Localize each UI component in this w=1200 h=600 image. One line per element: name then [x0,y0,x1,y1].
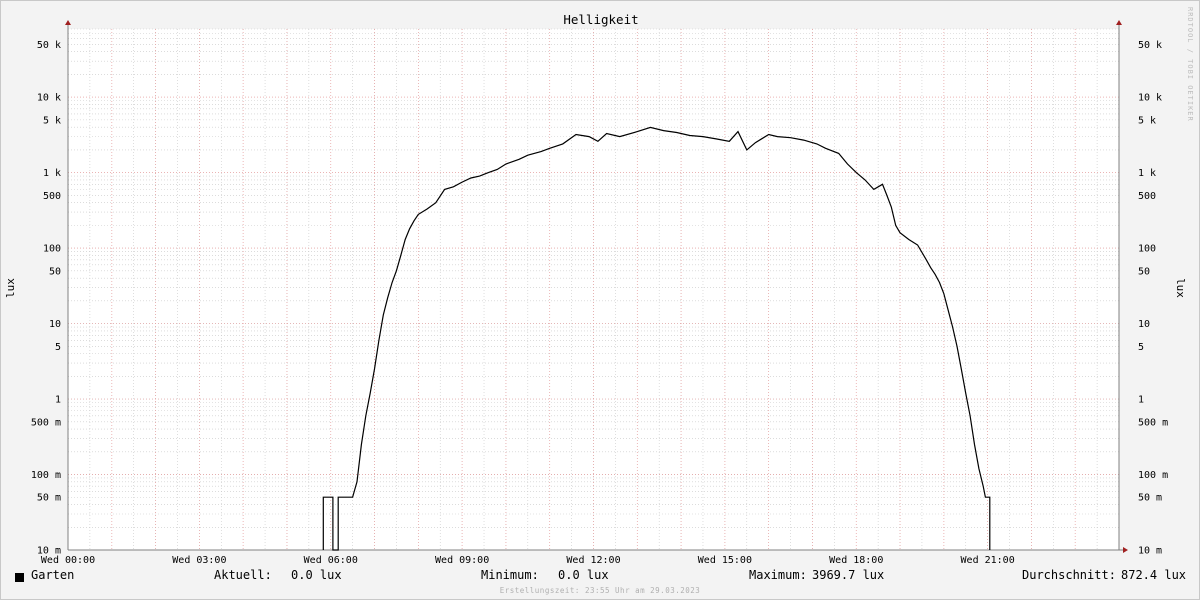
legend: Garten Aktuell: 0.0 lux Minimum: 0.0 lux… [1,567,1199,585]
x-tick-label: Wed 09:00 [435,555,489,566]
helligkeit-chart: 50 k 10 k 5 k 1 k 500 100 50 10 5 1 500 m 100 m 50 m… [4,7,1194,566]
y-axis-arrow-left [65,20,71,25]
y-tick-label-left: 1 k [43,168,61,179]
y-tick-label-right: 50 [1138,266,1150,277]
creation-time: Erstellungszeit: 23:55 Uhr am 29.03.2023 [499,586,701,595]
legend-max-value: 3969.7 lux [812,568,885,582]
legend-current-label: Aktuell: [214,568,272,582]
y-tick-label-right: 1 [1138,395,1144,406]
y-tick-label-left: 5 k [43,115,61,126]
y-tick-label-left: 500 m [31,417,61,428]
y-tick-label-left: 10 k [37,93,61,104]
legend-current-value: 0.0 lux [291,568,342,582]
graph-frame: 50 k 10 k 5 k 1 k 500 100 50 10 5 1 500 m 100 m 50 m… [0,0,1200,600]
y-tick-label-right: 5 [1138,342,1144,353]
y-tick-label-left: 5 [55,342,61,353]
legend-avg-label: Durchschnitt: [1022,568,1116,582]
legend-min-label: Minimum: [481,568,539,582]
y-tick-label-right: 10 k [1138,93,1162,104]
y-tick-label-right: 10 m [1138,546,1162,557]
y-axis-label-right: lux [1174,278,1187,298]
x-tick-label: Wed 18:00 [829,555,883,566]
rrdtool-watermark: RRDTOOL / TOBI OETIKER [1186,7,1194,122]
chart-title: Helligkeit [563,12,638,27]
y-tick-label-left: 100 [43,244,61,255]
y-tick-label-left: 50 k [37,40,61,51]
y-tick-label-left: 100 m [31,470,61,481]
legend-min-value: 0.0 lux [558,568,609,582]
y-ticks-right: 50 k 10 k 5 k 1 k 500 100 50 10 5 1 500 m 100 m 50 m… [1138,40,1168,557]
y-tick-label-left: 10 [49,319,61,330]
legend-series-name: Garten [31,568,75,582]
y-tick-label-right: 10 [1138,319,1150,330]
y-tick-label-right: 1 k [1138,168,1156,179]
y-tick-label-right: 5 k [1138,115,1156,126]
y-tick-label-left: 50 m [37,493,61,504]
x-tick-label: Wed 12:00 [566,555,620,566]
x-axis-arrow [1123,547,1128,553]
x-tick-label: Wed 06:00 [304,555,358,566]
legend-avg-value: 872.4 lux [1121,568,1187,582]
x-ticks: Wed 00:00 Wed 03:00 Wed 06:00 Wed 09:00 Wed … [41,555,1015,566]
y-tick-label-right: 500 [1138,191,1156,202]
y-tick-label-right: 50 m [1138,493,1162,504]
y-tick-label-left: 1 [55,395,61,406]
x-tick-label: Wed 03:00 [172,555,226,566]
x-tick-label: Wed 15:00 [698,555,752,566]
y-ticks-left: 50 k 10 k 5 k 1 k 500 100 50 10 5 1 500 m 100 m 50 m… [31,40,61,557]
y-tick-label-left: 500 [43,191,61,202]
x-tick-label: Wed 21:00 [961,555,1015,566]
y-tick-label-right: 500 m [1138,417,1168,428]
legend-swatch-garten [15,571,24,585]
y-tick-label-right: 100 m [1138,470,1168,481]
legend-max-label: Maximum: [749,568,807,582]
y-axis-arrow-right [1116,20,1122,25]
x-tick-label: Wed 00:00 [41,555,95,566]
y-axis-label-left: lux [4,278,17,298]
y-tick-label-left: 50 [49,266,61,277]
y-tick-label-right: 50 k [1138,40,1162,51]
y-tick-label-right: 100 [1138,244,1156,255]
